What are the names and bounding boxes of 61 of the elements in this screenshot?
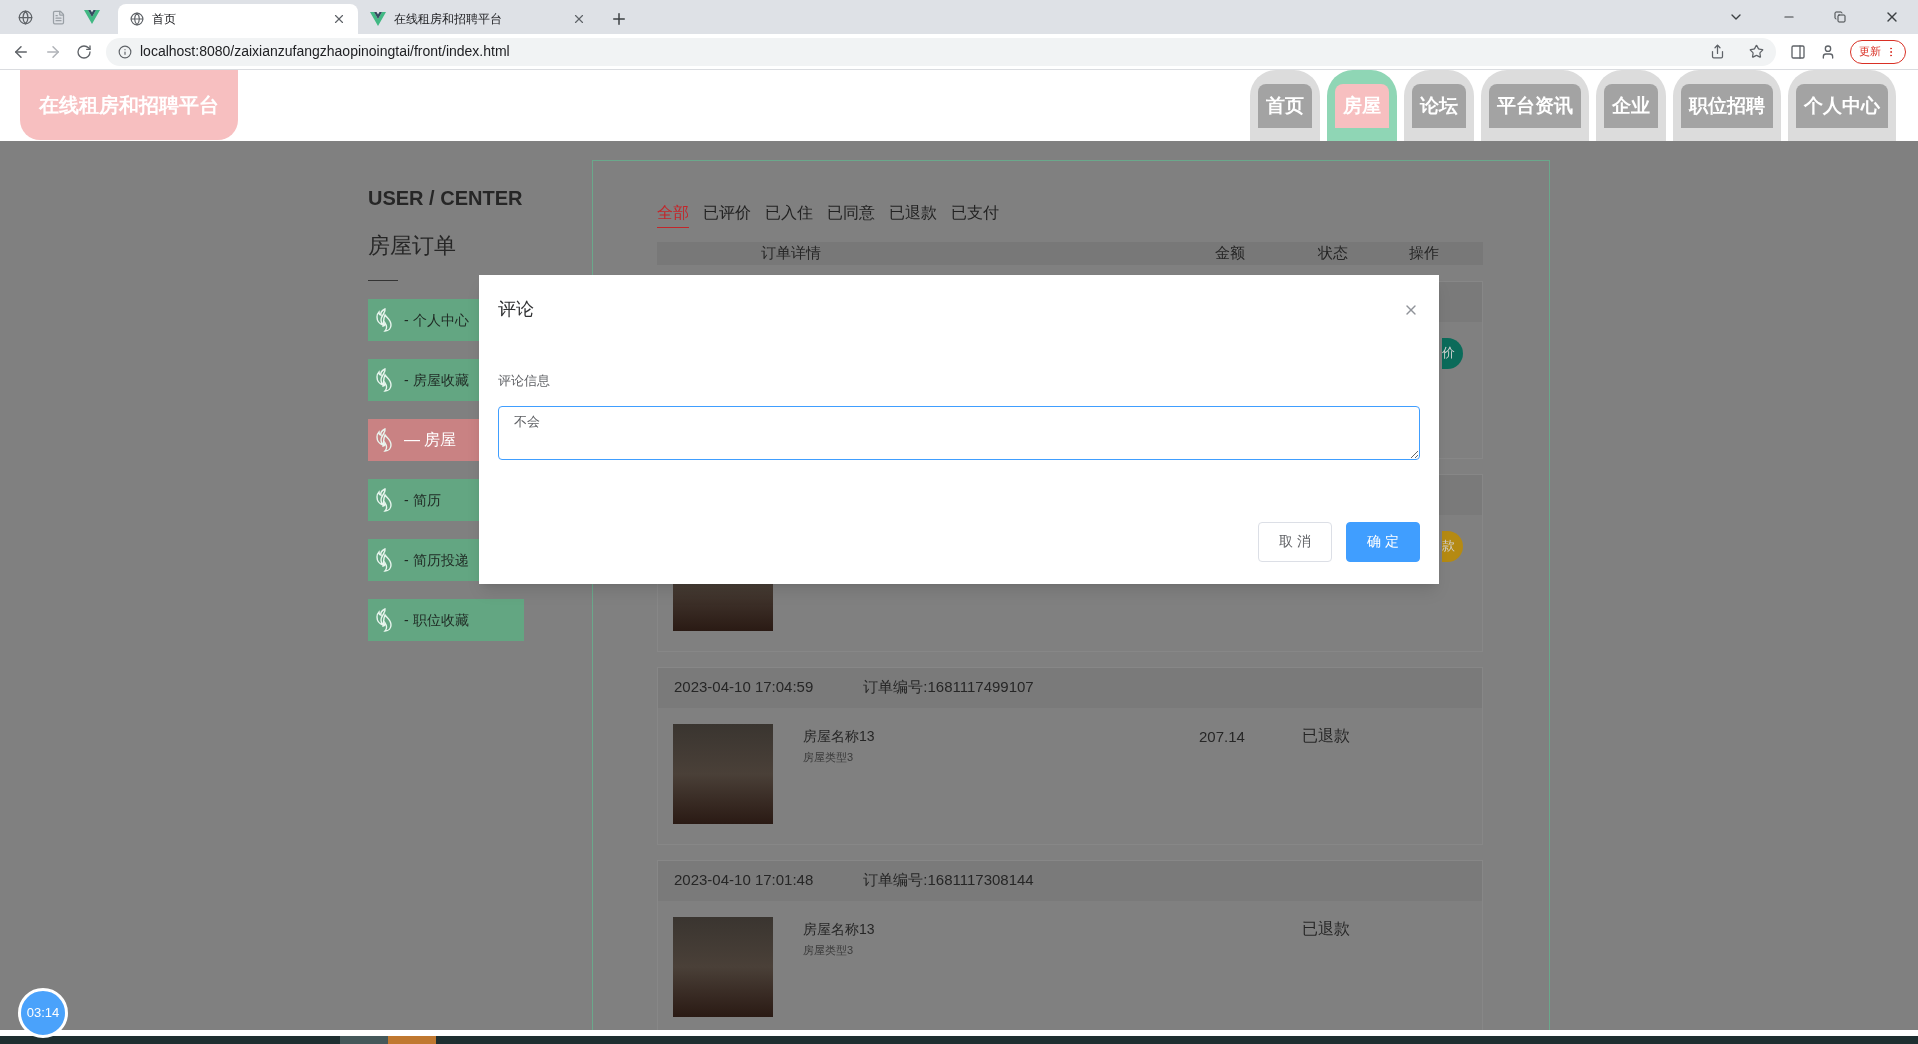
sidebar-item-label: - 房屋收藏: [404, 370, 469, 390]
action-tag[interactable]: 款: [1442, 530, 1463, 562]
address-field[interactable]: localhost:8080/zaixianzufangzhaopinoingtai/front/index.html: [106, 37, 1776, 66]
close-icon[interactable]: [572, 12, 586, 26]
globe-icon: [130, 12, 144, 26]
section-title: 房屋订单: [368, 232, 457, 260]
tab-title: 在线租房和招聘平台: [394, 11, 503, 28]
house-name: 房屋名称13: [803, 919, 875, 939]
sidebar-item[interactable]: - 职位收藏: [368, 599, 524, 641]
bookmark-star-icon[interactable]: [1749, 44, 1764, 59]
action-tag[interactable]: 价: [1442, 337, 1463, 369]
sidebar-item-label: - 个人中心: [404, 310, 469, 330]
profile-icon[interactable]: [1820, 43, 1836, 60]
browser-tab[interactable]: 在线租房和招聘平台: [358, 4, 598, 34]
order-amount: 207.14: [1199, 727, 1245, 745]
nav-tab[interactable]: 首页: [1250, 69, 1320, 141]
section-heading: USER / CENTER: [368, 186, 524, 211]
house-type: 房屋类型3: [803, 942, 855, 958]
nav-tab[interactable]: 个人中心: [1788, 69, 1896, 141]
order-number: 订单编号:1681117308144: [863, 870, 1034, 891]
nav-tab[interactable]: 职位招聘: [1673, 69, 1781, 141]
order-filter-tab[interactable]: 已退款: [889, 201, 937, 228]
v-logo-icon: [84, 10, 100, 24]
reload-icon[interactable]: [76, 43, 92, 60]
column-header: 订单详情: [761, 243, 822, 263]
url-text: localhost:8080/zaixianzufangzhaopinoingtai/front/index.html: [140, 42, 510, 61]
column-header: 状态: [1318, 243, 1349, 263]
new-tab-icon[interactable]: [610, 10, 628, 28]
order-number: 订单编号:1681117499107: [863, 677, 1034, 698]
order-time: 2023-04-10 17:04:59: [674, 677, 814, 698]
nav-tab[interactable]: 平台资讯: [1481, 69, 1589, 141]
recording-timer: 03:14: [18, 988, 68, 1038]
house-type: 房屋类型3: [803, 749, 855, 765]
tab-title: 首页: [152, 11, 177, 28]
order-filter-tab[interactable]: 已入住: [765, 201, 813, 228]
sidebar-item-label: - 简历: [404, 490, 441, 510]
sidebar-item-label: — 房屋: [404, 430, 457, 450]
order-status: 已退款: [1302, 726, 1350, 744]
info-icon: [118, 44, 132, 59]
comment-input[interactable]: 不会: [498, 405, 1420, 460]
close-icon[interactable]: [332, 12, 346, 26]
house-name: 房屋名称13: [803, 726, 875, 746]
confirm-button[interactable]: 确 定: [1346, 521, 1420, 562]
share-icon[interactable]: [1710, 44, 1725, 59]
order-filter-tab[interactable]: 已支付: [951, 201, 999, 228]
globe-icon[interactable]: [18, 9, 33, 25]
nav-tab[interactable]: 论坛: [1404, 69, 1474, 141]
restore-icon[interactable]: [1834, 11, 1846, 23]
cancel-button[interactable]: 取 消: [1258, 521, 1332, 562]
column-header: 操作: [1409, 243, 1440, 263]
order-time: 2023-04-10 17:01:48: [674, 870, 814, 891]
order-status: 已退款: [1302, 919, 1350, 937]
browser-tab[interactable]: 首页: [118, 4, 358, 34]
order-filter-tab[interactable]: 已同意: [827, 201, 875, 228]
side-panel-icon[interactable]: [1790, 43, 1806, 60]
sidebar-item-label: - 职位收藏: [404, 610, 469, 630]
order-filter-tab[interactable]: 已评价: [703, 201, 751, 228]
v-logo-icon: [370, 12, 386, 26]
sidebar-item-label: - 简历投递: [404, 550, 469, 570]
nav-tab[interactable]: 企业: [1596, 69, 1666, 141]
column-header: 金额: [1215, 243, 1246, 263]
